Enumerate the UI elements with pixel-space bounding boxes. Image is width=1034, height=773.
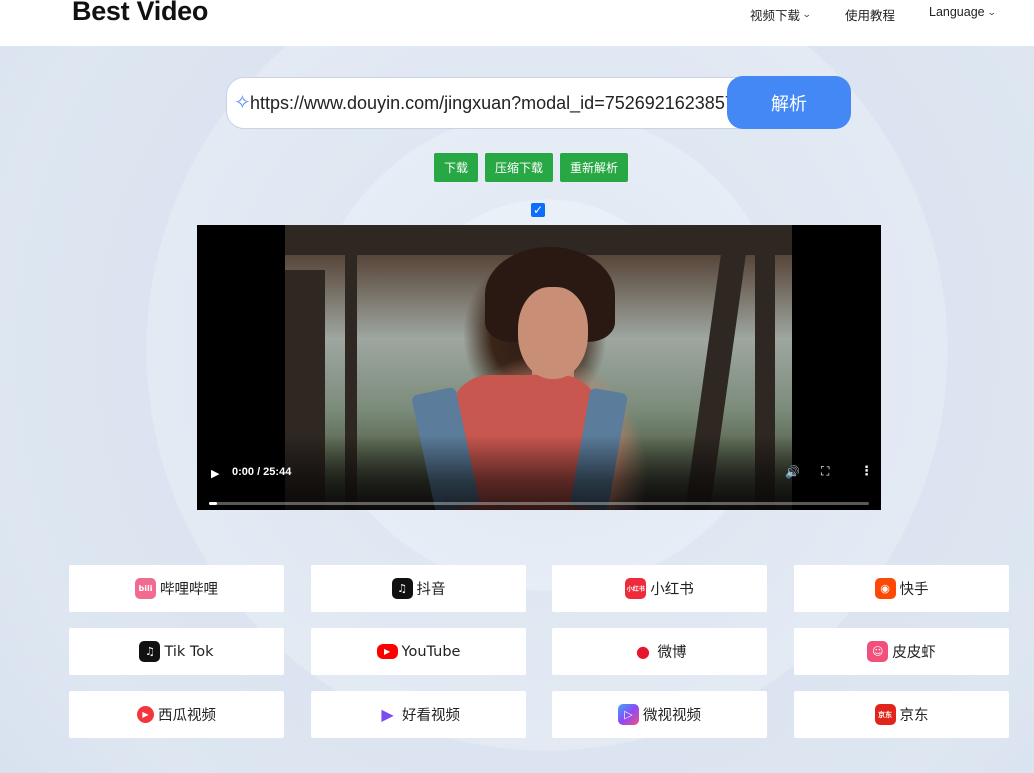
sparkle-icon: ✧	[234, 92, 251, 114]
platform-tiktok[interactable]: ♫ Tik Tok	[69, 628, 284, 675]
youtube-icon: ▶	[376, 644, 398, 659]
platform-weibo[interactable]: ● 微博	[552, 628, 767, 675]
compress-download-button[interactable]: 压缩下载	[485, 153, 553, 182]
video-player[interactable]: 女孩问了男孩一个十分私密的问题 ▶ 0:00 / 25:44 🔊 ⛶ ⋮	[197, 225, 881, 510]
kuaishou-icon: ◉	[874, 578, 896, 599]
video-controls: 女孩问了男孩一个十分私密的问题 ▶ 0:00 / 25:44 🔊 ⛶ ⋮	[197, 435, 881, 510]
more-options-icon[interactable]: ⋮	[860, 463, 873, 479]
xigua-icon: ▶	[137, 706, 154, 723]
nav-label: Language	[929, 5, 985, 19]
chevron-down-icon: ⌄	[801, 9, 812, 19]
platform-label: 微博	[657, 645, 687, 661]
platform-kuaishou[interactable]: ◉ 快手	[794, 565, 1009, 612]
select-checkbox[interactable]: ✓	[531, 203, 545, 217]
volume-icon[interactable]: 🔊	[785, 465, 800, 479]
pipixia-icon: ☺	[867, 641, 889, 662]
reparse-button[interactable]: 重新解析	[560, 153, 628, 182]
header: Best Video 视频下载 ⌄ 使用教程 Language ⌄	[0, 0, 1034, 46]
platform-label: 小红书	[650, 582, 694, 598]
platform-xiaohongshu[interactable]: 小红书 小红书	[552, 565, 767, 612]
platform-jd[interactable]: 京东 京东	[794, 691, 1009, 738]
play-icon[interactable]: ▶	[211, 467, 219, 480]
platform-label: 抖音	[416, 582, 446, 598]
haokan-icon: ▶	[381, 705, 394, 724]
platform-label: 好看视频	[402, 708, 460, 724]
nav-tutorial[interactable]: 使用教程	[845, 5, 895, 24]
jd-icon: 京东	[874, 704, 896, 725]
nav-label: 使用教程	[845, 9, 896, 23]
platform-label: 快手	[899, 582, 929, 598]
platform-youtube[interactable]: ▶ YouTube	[311, 628, 526, 675]
download-button[interactable]: 下载	[434, 153, 478, 182]
platform-label: 哔哩哔哩	[160, 582, 218, 598]
video-progress-bar[interactable]	[209, 502, 869, 505]
parse-button[interactable]: 解析	[727, 76, 851, 129]
platform-xigua[interactable]: ▶ 西瓜视频	[69, 691, 284, 738]
logo[interactable]: Best Video	[72, 0, 208, 27]
url-input[interactable]	[250, 78, 728, 128]
video-time: 0:00 / 25:44	[232, 466, 292, 478]
platform-label: 微视视频	[643, 708, 701, 724]
xiaohongshu-icon: 小红书	[625, 578, 647, 599]
platform-label: YouTube	[401, 643, 461, 660]
douyin-icon: ♫	[391, 578, 413, 599]
weibo-icon: ●	[632, 641, 654, 662]
chevron-down-icon: ⌄	[986, 6, 997, 17]
video-progress-fill	[209, 502, 217, 505]
nav-label: 视频下载	[750, 9, 801, 23]
bilibili-icon: bili	[135, 578, 156, 599]
platform-bilibili[interactable]: bili 哔哩哔哩	[69, 565, 284, 612]
nav-video-download[interactable]: 视频下载 ⌄	[750, 5, 812, 24]
platform-weishi[interactable]: ▷ 微视视频	[552, 691, 767, 738]
platform-haokan[interactable]: ▶ 好看视频	[311, 691, 526, 738]
platform-label: 皮皮虾	[892, 645, 936, 661]
fullscreen-icon[interactable]: ⛶	[821, 464, 829, 479]
nav-language[interactable]: Language ⌄	[929, 5, 997, 19]
tiktok-icon: ♫	[139, 641, 161, 662]
platform-douyin[interactable]: ♫ 抖音	[311, 565, 526, 612]
platform-label: 京东	[899, 708, 929, 724]
platform-pipixia[interactable]: ☺ 皮皮虾	[794, 628, 1009, 675]
platform-label: 西瓜视频	[158, 708, 216, 724]
weishi-icon: ▷	[618, 704, 639, 725]
platform-label: Tik Tok	[164, 643, 214, 660]
